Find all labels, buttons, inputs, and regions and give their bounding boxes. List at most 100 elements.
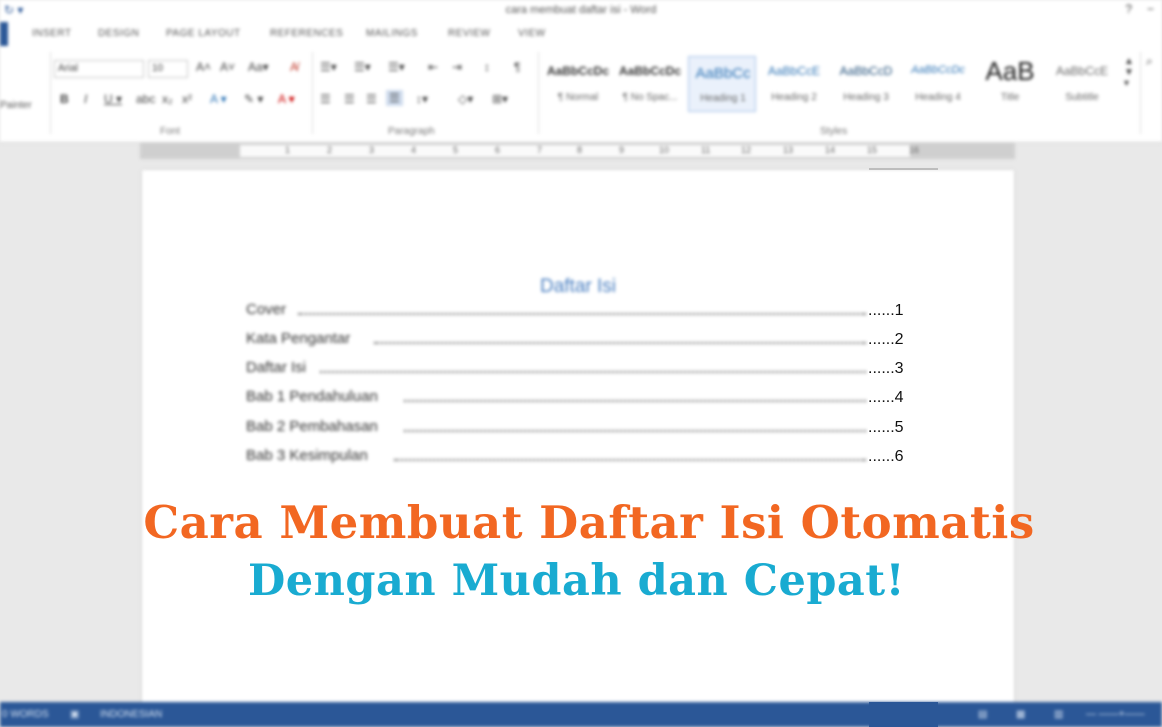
- ruler-number: 6: [495, 145, 501, 155]
- style-label: Heading 1: [700, 93, 746, 104]
- style-heading-2[interactable]: AaBbCcE Heading 2: [760, 56, 828, 112]
- style-sample: AaBbCc: [695, 65, 751, 82]
- minimize-button[interactable]: −: [1147, 2, 1154, 16]
- font-name-select[interactable]: Arial: [54, 60, 144, 78]
- clear-formatting-icon[interactable]: A̸: [290, 60, 298, 74]
- tab-mailings[interactable]: MAILINGS: [366, 28, 418, 39]
- title-bar: ↻ ▾ cara membuat daftar isi - Word ? −: [0, 0, 1162, 22]
- style-label: Heading 2: [771, 92, 817, 103]
- zoom-slider[interactable]: — ——+——: [1086, 709, 1145, 720]
- web-layout-icon[interactable]: ▥: [1054, 709, 1063, 720]
- find-icon[interactable]: ⌕: [1146, 54, 1153, 69]
- font-size-select[interactable]: 10: [148, 60, 188, 78]
- ruler-number: 1: [285, 145, 291, 155]
- style-title[interactable]: AaB Title: [976, 56, 1044, 112]
- shrink-font-icon[interactable]: A˅: [220, 60, 235, 74]
- style-subtitle[interactable]: AaBbCcE Subtitle: [1048, 56, 1116, 112]
- language-indicator[interactable]: INDONESIAN: [100, 709, 162, 720]
- style-label: ¶ No Spac...: [622, 92, 678, 103]
- style-no-spacing[interactable]: AaBbCcDc ¶ No Spac...: [616, 56, 684, 112]
- ruler-number: 4: [411, 145, 417, 155]
- tab-insert[interactable]: INSERT: [32, 28, 72, 39]
- justify-icon[interactable]: ☰: [386, 90, 403, 106]
- tab-page-layout[interactable]: PAGE LAYOUT: [166, 28, 241, 39]
- style-heading-4[interactable]: AaBbCcDc Heading 4: [904, 56, 972, 112]
- print-layout-icon[interactable]: ▦: [1016, 709, 1025, 720]
- ruler-number: 15: [867, 145, 878, 155]
- sort-icon[interactable]: ↕: [484, 60, 490, 74]
- ruler[interactable]: 1 2 3 4 5 6 7 8 9 10 11 12 13 14 15 16: [140, 143, 1015, 159]
- ribbon-tabs: INSERT DESIGN PAGE LAYOUT REFERENCES MAI…: [0, 22, 1162, 46]
- style-normal[interactable]: AaBbCcDc ¶ Normal: [544, 56, 612, 112]
- strikethrough-icon[interactable]: abc: [136, 92, 155, 106]
- bullets-icon[interactable]: ☰▾: [320, 60, 337, 74]
- toc-entry-cover[interactable]: Cover: [246, 301, 866, 318]
- grow-font-icon[interactable]: A˄: [196, 60, 211, 74]
- toc-entry-kata-pengantar[interactable]: Kata Pengantar: [246, 330, 866, 347]
- tab-review[interactable]: REVIEW: [448, 28, 490, 39]
- increase-indent-icon[interactable]: ⇥: [452, 60, 462, 74]
- toc-page-number: ......5: [868, 416, 928, 440]
- style-sample: AaBbCcD: [839, 64, 893, 78]
- text-effects-icon[interactable]: A ▾: [210, 92, 227, 106]
- toc-page-number: ......1: [868, 299, 928, 323]
- tab-design[interactable]: DESIGN: [98, 28, 139, 39]
- style-sample: AaBbCcDc: [911, 64, 965, 76]
- proofing-icon[interactable]: ▣: [70, 709, 79, 720]
- status-bar: 0 WORDS ▣ INDONESIAN ▤ ▦ ▥ — ——+——: [0, 702, 1162, 727]
- style-label: ¶ Normal: [557, 92, 599, 103]
- font-color-icon[interactable]: A ▾: [278, 92, 295, 106]
- word-count[interactable]: 0 WORDS: [2, 709, 49, 720]
- line-spacing-icon[interactable]: ↕▾: [416, 92, 428, 106]
- toc-entry-title: Daftar Isi: [246, 359, 307, 376]
- toc-entry-bab-2[interactable]: Bab 2 Pembahasan: [246, 418, 866, 435]
- page-edge-strip: [869, 168, 938, 170]
- toc-entry-title: Kata Pengantar: [246, 330, 351, 347]
- file-tab[interactable]: [0, 22, 8, 46]
- style-heading-1[interactable]: AaBbCc Heading 1: [688, 56, 756, 112]
- pilcrow-icon[interactable]: ¶: [514, 60, 520, 74]
- headline-line-2: Dengan Mudah dan Cepat!: [248, 556, 906, 606]
- underline-icon[interactable]: U ▾: [104, 92, 122, 106]
- ruler-number: 14: [825, 145, 836, 155]
- toc-page-number: ......2: [868, 328, 928, 352]
- superscript-icon[interactable]: x²: [182, 92, 192, 106]
- decrease-indent-icon[interactable]: ⇤: [428, 60, 438, 74]
- numbering-icon[interactable]: ☰▾: [354, 60, 371, 74]
- ruler-number: 11: [701, 145, 711, 155]
- italic-icon[interactable]: I: [84, 92, 87, 106]
- read-mode-icon[interactable]: ▤: [978, 709, 987, 720]
- tab-references[interactable]: REFERENCES: [270, 28, 343, 39]
- toc-entry-daftar-isi[interactable]: Daftar Isi: [246, 359, 866, 376]
- document-page[interactable]: Daftar Isi Cover Kata Pengantar Daftar I…: [142, 170, 1014, 710]
- align-right-icon[interactable]: ☰: [366, 92, 377, 106]
- change-case-icon[interactable]: Aa▾: [248, 60, 269, 74]
- ruler-number: 3: [369, 145, 375, 155]
- toc-page-number: ......6: [868, 445, 928, 469]
- style-heading-3[interactable]: AaBbCcD Heading 3: [832, 56, 900, 112]
- styles-group-label: Styles: [820, 126, 848, 137]
- tab-view[interactable]: VIEW: [518, 28, 546, 39]
- subscript-icon[interactable]: x₂: [162, 92, 173, 106]
- toc-entry-bab-1[interactable]: Bab 1 Pendahuluan: [246, 388, 866, 405]
- multilevel-list-icon[interactable]: ☰▾: [388, 60, 405, 74]
- style-sample: AaBbCcDc: [618, 64, 681, 78]
- paragraph-group-label: Paragraph: [388, 126, 435, 137]
- align-center-icon[interactable]: ☰: [344, 92, 355, 106]
- toc-entry-title: Cover: [246, 301, 287, 318]
- align-left-icon[interactable]: ☰: [320, 92, 331, 106]
- styles-scroll-icon[interactable]: ▲ ▼ ▾: [1124, 56, 1134, 89]
- bold-icon[interactable]: B: [60, 92, 69, 106]
- ruler-number: 2: [327, 145, 333, 155]
- ruler-number: 8: [577, 145, 583, 155]
- format-painter-label[interactable]: Painter: [0, 100, 32, 111]
- toc-entry-bab-3[interactable]: Bab 3 Kesimpulan: [246, 447, 866, 464]
- highlight-icon[interactable]: ✎ ▾: [244, 92, 263, 106]
- borders-icon[interactable]: ⊞▾: [492, 92, 508, 106]
- word-window: ↻ ▾ cara membuat daftar isi - Word ? − I…: [0, 0, 1162, 727]
- headline-line-1: Cara Membuat Daftar Isi Otomatis: [143, 496, 1035, 549]
- shading-icon[interactable]: ◇▾: [458, 92, 473, 106]
- help-button[interactable]: ?: [1125, 2, 1132, 16]
- style-label: Subtitle: [1065, 92, 1099, 103]
- style-sample: AaBbCcE: [767, 64, 821, 78]
